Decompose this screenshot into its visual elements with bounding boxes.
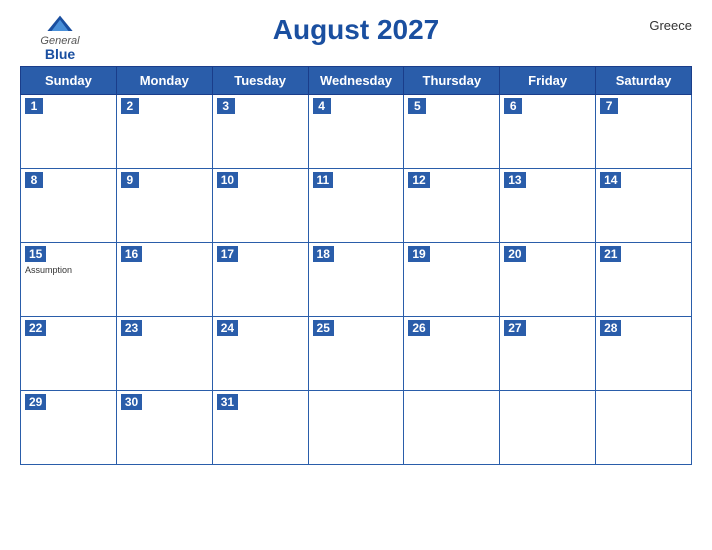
date-number: 23	[121, 320, 142, 336]
calendar-cell: 12	[404, 169, 500, 243]
date-number: 20	[504, 246, 525, 262]
calendar-cell: 8	[21, 169, 117, 243]
date-number: 16	[121, 246, 142, 262]
calendar-cell: 25	[308, 317, 404, 391]
calendar-cell: 11	[308, 169, 404, 243]
calendar-table: Sunday Monday Tuesday Wednesday Thursday…	[20, 66, 692, 465]
col-header-saturday: Saturday	[596, 67, 692, 95]
calendar-cell: 1	[21, 95, 117, 169]
holiday-label: Assumption	[25, 265, 112, 275]
calendar-cell: 29	[21, 391, 117, 465]
calendar-body: 123456789101112131415Assumption161718192…	[21, 95, 692, 465]
date-number: 5	[408, 98, 426, 114]
calendar-cell: 27	[500, 317, 596, 391]
calendar-cell: 7	[596, 95, 692, 169]
calendar-cell: 31	[212, 391, 308, 465]
date-number: 22	[25, 320, 46, 336]
date-number: 6	[504, 98, 522, 114]
calendar-cell: 26	[404, 317, 500, 391]
week-row-5: 29 30 31	[21, 391, 692, 465]
calendar-cell: 13	[500, 169, 596, 243]
date-number: 13	[504, 172, 525, 188]
date-number: 9	[121, 172, 139, 188]
date-number: 28	[600, 320, 621, 336]
calendar-cell: 15 Assumption	[21, 243, 117, 317]
country-label: Greece	[612, 14, 692, 33]
calendar-cell: 28	[596, 317, 692, 391]
logo-icon	[46, 14, 74, 34]
date-number: 14	[600, 172, 621, 188]
calendar-title-area: August 2027	[100, 14, 612, 46]
calendar-header-row: Sunday Monday Tuesday Wednesday Thursday…	[21, 67, 692, 95]
col-header-friday: Friday	[500, 67, 596, 95]
date-number: 29	[25, 394, 46, 410]
week-row-2: 8 9 10 11 12 13 14	[21, 169, 692, 243]
calendar-cell: 14	[596, 169, 692, 243]
date-number: 7	[600, 98, 618, 114]
calendar-cell: 24	[212, 317, 308, 391]
calendar-cell: 9	[116, 169, 212, 243]
calendar-cell	[500, 391, 596, 465]
calendar-cell	[596, 391, 692, 465]
calendar-cell: 19	[404, 243, 500, 317]
calendar-cell: 2	[116, 95, 212, 169]
col-header-thursday: Thursday	[404, 67, 500, 95]
calendar-cell: 10	[212, 169, 308, 243]
week-row-1: 1 2 3 4 5 6 7	[21, 95, 692, 169]
date-number: 27	[504, 320, 525, 336]
date-number: 2	[121, 98, 139, 114]
calendar-cell: 3	[212, 95, 308, 169]
date-number: 11	[313, 172, 334, 188]
calendar-cell: 23	[116, 317, 212, 391]
date-number: 21	[600, 246, 621, 262]
date-number: 12	[408, 172, 429, 188]
col-header-wednesday: Wednesday	[308, 67, 404, 95]
calendar-cell: 17	[212, 243, 308, 317]
calendar-cell: 30	[116, 391, 212, 465]
date-number: 3	[217, 98, 235, 114]
calendar-cell: 4	[308, 95, 404, 169]
date-number: 19	[408, 246, 429, 262]
col-header-monday: Monday	[116, 67, 212, 95]
calendar-cell	[308, 391, 404, 465]
date-number: 30	[121, 394, 142, 410]
calendar-cell	[404, 391, 500, 465]
calendar-cell: 16	[116, 243, 212, 317]
calendar-cell: 6	[500, 95, 596, 169]
date-number: 8	[25, 172, 43, 188]
date-number: 15	[25, 246, 46, 262]
calendar-header: General Blue August 2027 Greece	[20, 10, 692, 62]
col-header-tuesday: Tuesday	[212, 67, 308, 95]
date-number: 18	[313, 246, 334, 262]
date-number: 31	[217, 394, 238, 410]
calendar-title: August 2027	[100, 14, 612, 46]
date-number: 1	[25, 98, 43, 114]
week-row-4: 22 23 24 25 26 27 28	[21, 317, 692, 391]
date-number: 17	[217, 246, 238, 262]
logo-blue-text: Blue	[45, 47, 75, 62]
date-number: 24	[217, 320, 238, 336]
calendar-cell: 21	[596, 243, 692, 317]
logo: General Blue	[20, 14, 100, 62]
date-number: 25	[313, 320, 334, 336]
date-number: 26	[408, 320, 429, 336]
calendar-cell: 20	[500, 243, 596, 317]
calendar-cell: 5	[404, 95, 500, 169]
col-header-sunday: Sunday	[21, 67, 117, 95]
date-number: 4	[313, 98, 331, 114]
calendar-cell: 22	[21, 317, 117, 391]
week-row-3: 15 Assumption 16 17 18 19 20 21	[21, 243, 692, 317]
date-number: 10	[217, 172, 238, 188]
calendar-cell: 18	[308, 243, 404, 317]
